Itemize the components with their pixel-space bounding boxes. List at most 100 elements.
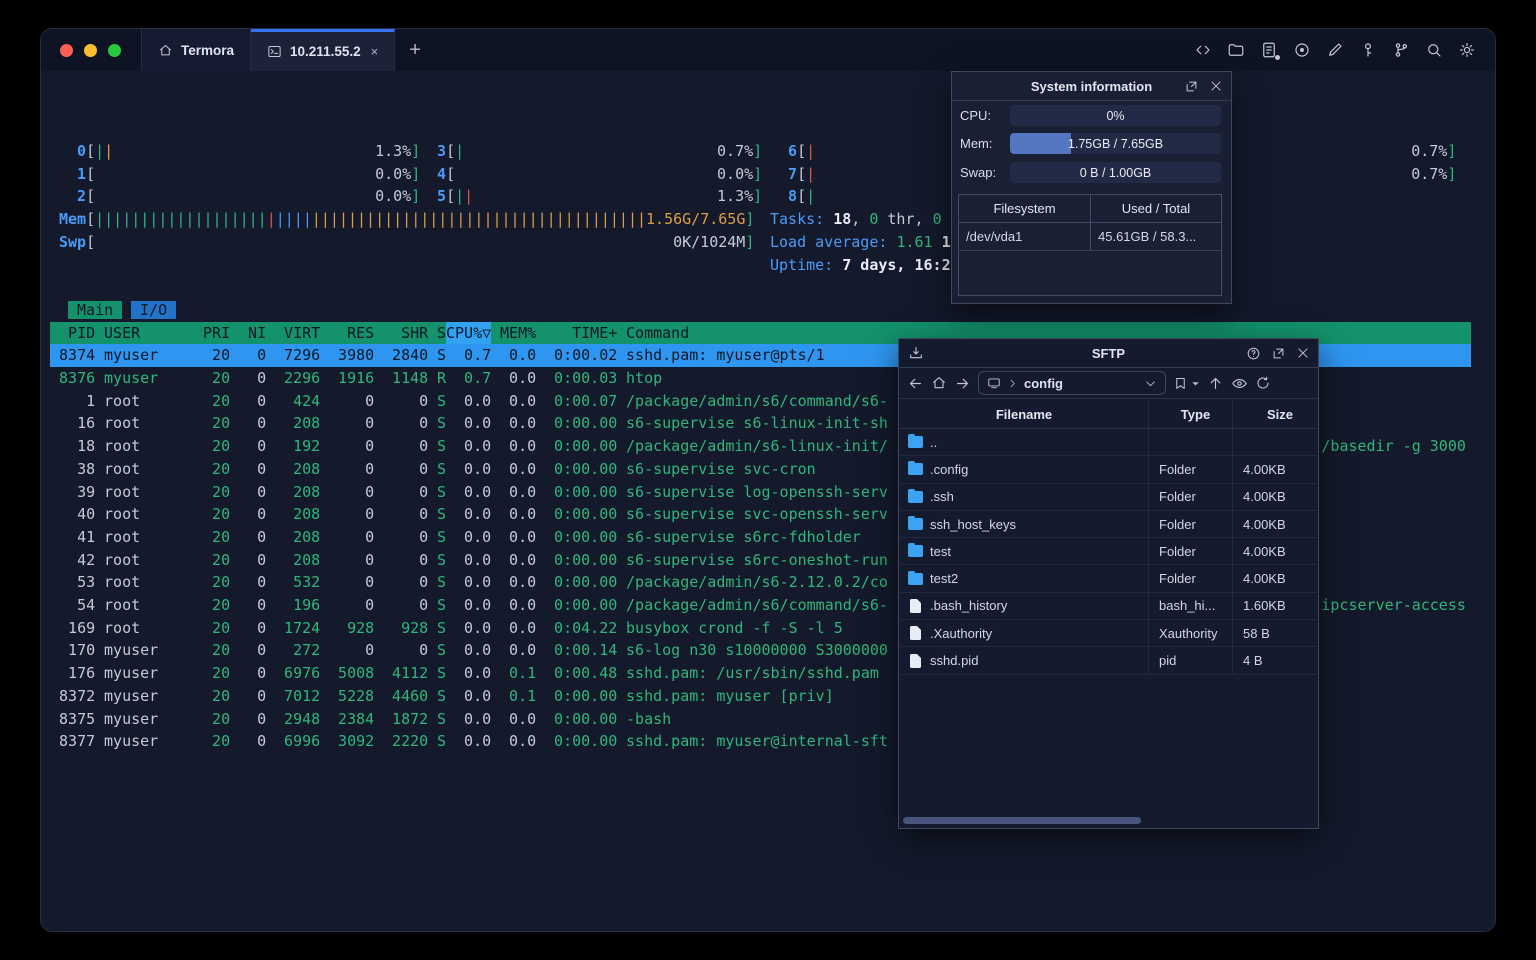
- log-button[interactable]: [1259, 40, 1280, 60]
- file-row[interactable]: .ssh Folder 4.00KB: [900, 483, 1317, 511]
- show-hidden-icon[interactable]: [1231, 375, 1248, 392]
- file-icon: [910, 597, 922, 613]
- swap-usage-row: Swap: 0 B / 1.00GB: [960, 162, 1221, 183]
- sftp-panel: SFTP config Filename Type Size .. .confi…: [898, 338, 1319, 829]
- home-icon[interactable]: [931, 375, 947, 391]
- filesystem-name: /dev/vda1: [959, 223, 1091, 250]
- swap-progressbar: 0 B / 1.00GB: [1010, 162, 1221, 183]
- edit-button[interactable]: [1325, 40, 1345, 60]
- bookmark-icon[interactable]: [1173, 376, 1188, 391]
- file-row[interactable]: .bash_history bash_hi... 1.60KB: [900, 592, 1317, 621]
- new-tab-button[interactable]: +: [395, 29, 435, 71]
- meter-Swp: Swp[ 0K/1024M]: [59, 232, 755, 251]
- tab-active-session[interactable]: 10.211.55.2 ×: [251, 29, 396, 71]
- settings-button[interactable]: [1457, 40, 1477, 60]
- file-icon: [910, 625, 922, 641]
- close-tab-icon[interactable]: ×: [371, 44, 379, 59]
- chevron-right-icon: [1010, 379, 1015, 387]
- meter-3: 3[| 0.7%]: [419, 142, 763, 160]
- up-directory-icon[interactable]: [1207, 375, 1224, 392]
- mem-usage-row: Mem: 1.75GB / 7.65GB: [960, 133, 1221, 154]
- file-row[interactable]: sshd.pid pid 4 B: [900, 647, 1317, 675]
- scrollbar-thumb[interactable]: [903, 817, 1141, 824]
- termora-window: Termora 10.211.55.2 × + 0[|| 1.3%] 3[| 0…: [40, 28, 1496, 932]
- meter-0: 0[|| 1.3%]: [59, 142, 421, 160]
- forward-icon[interactable]: [954, 375, 971, 392]
- terminal-line: 1[ 0.0%] 4[ 0.0%] 7[| 0.7%]: [50, 163, 1471, 186]
- current-path: config: [1024, 375, 1063, 391]
- terminal-line: 2[ 0.0%] 5[|| 1.3%] 8[|: [50, 185, 1471, 208]
- system-information-panel: System information CPU: 0% Mem: 1.75GB /…: [951, 71, 1232, 304]
- tab-home[interactable]: Termora: [141, 29, 252, 71]
- folder-icon: [908, 488, 923, 503]
- branch-button[interactable]: [1391, 40, 1411, 60]
- mem-label: Mem:: [960, 136, 993, 151]
- folder-icon: [908, 461, 923, 476]
- file-row[interactable]: test2 Folder 4.00KB: [900, 565, 1317, 593]
- bookmark-dropdown-icon[interactable]: [1191, 379, 1200, 388]
- filesystem-row[interactable]: /dev/vda1 45.61GB / 58.3...: [959, 223, 1221, 251]
- meter-4: 4[ 0.0%]: [419, 164, 763, 183]
- open-in-window-icon[interactable]: [1271, 346, 1286, 361]
- chevron-down-icon[interactable]: [1144, 377, 1157, 390]
- filename-column-header[interactable]: Filename: [900, 401, 1149, 428]
- used-total-column-header[interactable]: Used / Total: [1091, 195, 1221, 222]
- file-row[interactable]: ssh_host_keys Folder 4.00KB: [900, 510, 1317, 539]
- cpu-progressbar: 0%: [1010, 105, 1221, 126]
- meter-2: 2[ 0.0%]: [59, 187, 421, 206]
- file-table-header: Filename Type Size: [900, 401, 1317, 429]
- size-column-header[interactable]: Size: [1233, 401, 1317, 428]
- terminal-line: Main I/O: [50, 299, 1471, 322]
- filesystem-column-header[interactable]: Filesystem: [959, 195, 1091, 222]
- terminal-line: Uptime: 7 days, 16:2: [50, 254, 1471, 277]
- back-icon[interactable]: [907, 375, 924, 392]
- zoom-window-button[interactable]: [108, 43, 121, 57]
- cpu-usage-row: CPU: 0%: [960, 105, 1221, 126]
- horizontal-scrollbar[interactable]: [901, 817, 1317, 824]
- minimize-window-button[interactable]: [84, 43, 97, 57]
- help-icon[interactable]: [1246, 346, 1261, 361]
- meter-5: 5[|| 1.3%]: [419, 187, 763, 206]
- active-tab-label: 10.211.55.2: [290, 44, 361, 59]
- open-in-window-icon[interactable]: [1184, 79, 1199, 94]
- folder-icon: [908, 434, 923, 449]
- filesystem-table: Filesystem Used / Total /dev/vda1 45.61G…: [958, 194, 1222, 296]
- swap-label: Swap:: [960, 165, 997, 180]
- meter-Mem: Mem[||||||||||||||||||||||||||||||||||||…: [59, 210, 755, 229]
- file-row[interactable]: test Folder 4.00KB: [900, 538, 1317, 566]
- folder-icon: [908, 516, 923, 531]
- folder-button[interactable]: [1226, 40, 1246, 60]
- status-text: Uptime: 7 days, 16:2: [770, 255, 951, 274]
- cpu-label: CPU:: [960, 108, 992, 123]
- key-button[interactable]: [1358, 40, 1378, 60]
- mem-progressbar: 1.75GB / 7.65GB: [1010, 133, 1221, 154]
- folder-icon: [908, 543, 923, 558]
- folder-icon: [908, 570, 923, 585]
- htop-tab-io[interactable]: I/O: [131, 299, 177, 322]
- path-breadcrumb[interactable]: config: [978, 371, 1166, 395]
- code-snippets-button[interactable]: [1193, 40, 1213, 60]
- system-information-titlebar: System information: [952, 72, 1231, 101]
- record-button[interactable]: [1292, 40, 1312, 60]
- filesystem-usage: 45.61GB / 58.3...: [1098, 229, 1197, 244]
- cpu-value: 0%: [1106, 108, 1125, 123]
- htop-tab-main[interactable]: Main: [68, 299, 123, 322]
- close-panel-icon[interactable]: [1296, 346, 1310, 360]
- close-panel-icon[interactable]: [1209, 79, 1223, 93]
- file-icon: [910, 652, 922, 668]
- file-row[interactable]: ..: [900, 429, 1317, 457]
- swap-value: 0 B / 1.00GB: [1079, 165, 1152, 180]
- search-button[interactable]: [1424, 40, 1444, 60]
- log-badge: [1275, 55, 1280, 60]
- terminal-line: 0[|| 1.3%] 3[| 0.7%] 6[| 0.7%]: [50, 140, 1471, 163]
- file-row[interactable]: .config Folder 4.00KB: [900, 456, 1317, 484]
- refresh-icon[interactable]: [1255, 375, 1271, 391]
- close-window-button[interactable]: [60, 43, 73, 57]
- file-row[interactable]: .Xauthority Xauthority 58 B: [900, 620, 1317, 648]
- type-column-header[interactable]: Type: [1149, 401, 1233, 428]
- file-table: Filename Type Size .. .config Folder 4.00KB…: [900, 401, 1317, 814]
- status-text: Load average: 1.61 1: [770, 232, 951, 251]
- home-icon: [160, 44, 171, 55]
- terminal-line: Mem[||||||||||||||||||||||||||||||||||||…: [50, 208, 1471, 231]
- titlebar-actions: [1193, 29, 1495, 71]
